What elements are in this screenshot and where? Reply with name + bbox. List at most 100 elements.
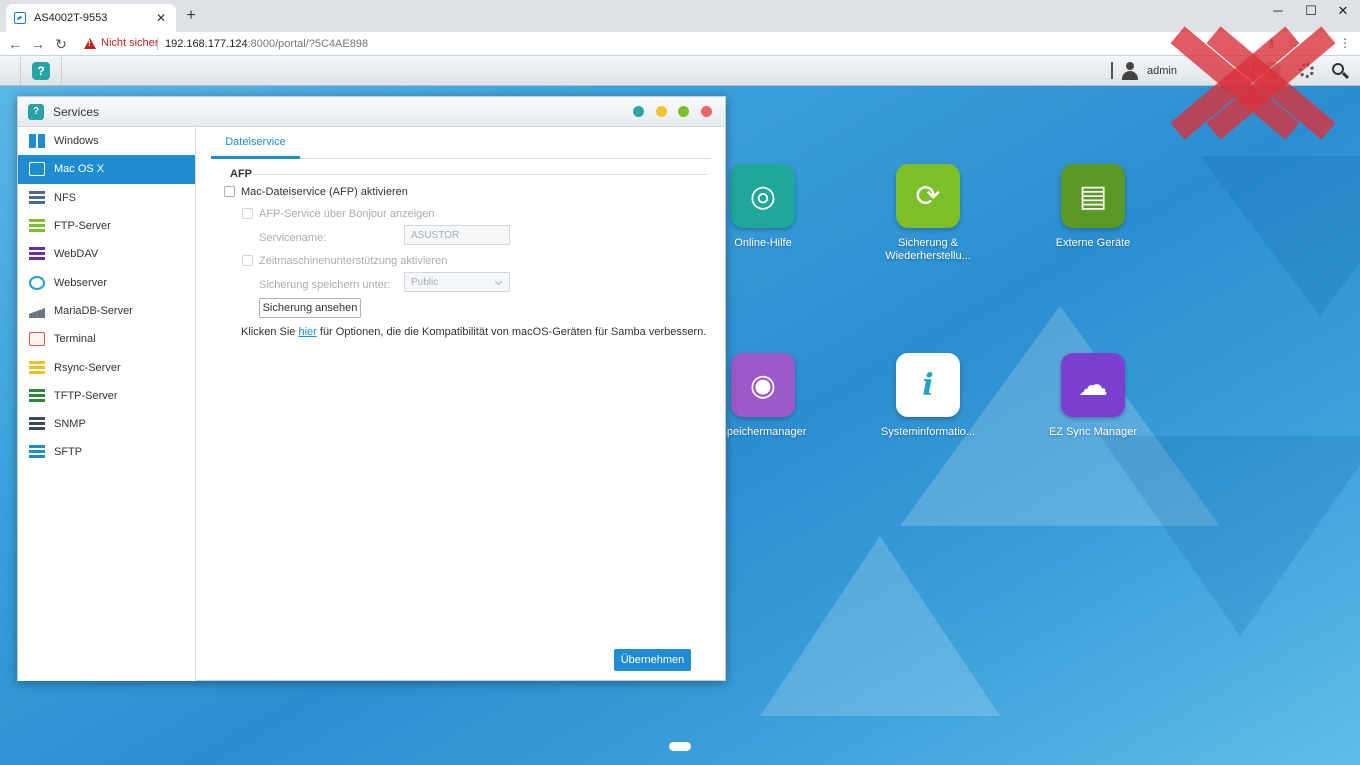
ftp-icon <box>29 219 45 234</box>
notification-icon[interactable] <box>1263 62 1281 80</box>
user-name[interactable]: admin <box>1147 65 1177 77</box>
view-backup-button[interactable]: Sicherung ansehen <box>259 298 361 318</box>
services-sidebar: Windows Mac OS X NFS FTP-Server WebDAV W… <box>18 127 196 681</box>
storage-manager-icon: ◉ <box>731 353 795 417</box>
search-icon-handle <box>1341 71 1350 80</box>
sidebar-item-sftp[interactable]: SFTP <box>18 438 195 466</box>
sidebar-item-ftp[interactable]: FTP-Server <box>18 212 195 240</box>
url-field[interactable]: 192.168.177.124:8000/portal/?5C4AE898 <box>165 38 368 50</box>
timemachine-label: Zeitmaschinenunterstützung aktivieren <box>259 255 448 267</box>
user-icon[interactable] <box>1121 62 1139 80</box>
webserver-icon <box>29 275 45 290</box>
external-devices-icon: ▤ <box>1061 164 1125 228</box>
windows-icon <box>29 134 45 149</box>
url-host: 192.168.177.124 <box>165 38 248 50</box>
settings-icon-ring <box>1299 63 1314 78</box>
ez-sync-icon: ☁ <box>1061 353 1125 417</box>
browser-tab-title: AS4002T-9553 <box>34 12 108 24</box>
note-link[interactable]: hier <box>298 326 316 338</box>
taskbar-services-app[interactable]: ? <box>20 57 62 85</box>
sidebar-item-rsync[interactable]: Rsync-Server <box>18 353 195 381</box>
services-window: ? Services Windows Mac OS X NFS FTP-Serv… <box>17 96 726 681</box>
timemachine-checkbox[interactable] <box>242 255 253 266</box>
tab-dateiservice[interactable]: Dateiservice <box>211 127 300 159</box>
background-facet <box>760 536 1000 716</box>
servicename-input[interactable]: ASUSTOR <box>404 225 510 245</box>
backup-restore-icon: ⟳ <box>896 164 960 228</box>
security-indicator[interactable]: Nicht sicher <box>84 37 158 49</box>
sidebar-item-windows[interactable]: Windows <box>18 127 195 155</box>
afp-enable-label: Mac-Dateiservice (AFP) aktivieren <box>241 186 408 198</box>
finder-icon <box>29 162 45 177</box>
section-divider <box>251 174 708 175</box>
backup-location-select[interactable]: Public <box>404 272 510 292</box>
app-sicherung[interactable]: ⟳ Sicherung & Wiederherstellu... <box>873 164 983 263</box>
window-maximize-button[interactable] <box>678 106 689 117</box>
window-close-button[interactable]: ✕ <box>1333 3 1353 19</box>
nfs-icon <box>29 190 45 205</box>
search-icon[interactable] <box>1330 61 1350 81</box>
sidebar-item-label: Webserver <box>54 276 107 289</box>
chevron-down-icon <box>494 277 503 286</box>
app-label: Systeminformatio... <box>880 426 976 438</box>
background-facet <box>1100 436 1360 636</box>
samba-compat-note: Klicken Sie hier für Optionen, die die K… <box>241 326 706 338</box>
asustor-favicon-icon <box>14 12 26 24</box>
desktop-page-indicator[interactable] <box>669 742 691 751</box>
app-systeminformation[interactable]: i Systeminformatio... <box>873 353 983 439</box>
window-help-button[interactable] <box>633 106 644 117</box>
sidebar-item-label: FTP-Server <box>54 220 111 233</box>
window-minimize-button[interactable]: ─ <box>1268 3 1288 18</box>
bonjour-label: AFP-Service über Bonjour anzeigen <box>259 208 435 220</box>
section-title-afp: AFP <box>230 168 252 180</box>
app-label: EZ Sync Manager <box>1048 426 1138 438</box>
taskbar-divider <box>1111 62 1113 79</box>
sidebar-item-label: SFTP <box>54 446 83 459</box>
user-icon-head <box>1126 62 1134 70</box>
window-minimize-button[interactable] <box>656 106 667 117</box>
sidebar-item-macosx[interactable]: Mac OS X <box>18 155 195 184</box>
sidebar-item-tftp[interactable]: TFTP-Server <box>18 382 195 410</box>
services-content: Dateiservice AFP Mac-Dateiservice (AFP) … <box>196 127 726 681</box>
window-titlebar[interactable]: ? Services <box>18 97 725 127</box>
sidebar-item-label: SNMP <box>54 418 86 431</box>
sidebar-item-webdav[interactable]: WebDAV <box>18 240 195 268</box>
window-maximize-button[interactable]: ☐ <box>1301 3 1321 19</box>
close-tab-icon[interactable]: ✕ <box>154 11 168 25</box>
sidebar-item-webserver[interactable]: Webserver <box>18 268 195 296</box>
back-button[interactable]: ← <box>6 35 24 53</box>
apply-button[interactable]: Übernehmen <box>614 649 691 671</box>
browser-tab[interactable]: AS4002T-9553 ✕ <box>6 4 176 32</box>
app-label: Sicherung & Wiederherstellu... <box>885 237 971 262</box>
sidebar-item-label: WebDAV <box>54 248 99 261</box>
reload-button[interactable]: ↻ <box>52 35 70 53</box>
rsync-icon <box>29 360 45 375</box>
settings-icon[interactable] <box>1297 61 1317 81</box>
window-title: Services <box>53 105 100 119</box>
new-tab-button[interactable]: + <box>183 7 199 25</box>
servicename-label: Servicename: <box>259 232 327 244</box>
window-close-button[interactable] <box>701 106 712 117</box>
forward-button[interactable]: → <box>29 35 47 53</box>
user-icon-body <box>1122 71 1138 80</box>
sidebar-item-terminal[interactable]: Terminal <box>18 325 195 353</box>
browser-menu-icon[interactable]: ⋮ <box>1337 36 1353 50</box>
system-info-icon: i <box>896 353 960 417</box>
app-externe-geraete[interactable]: ▤ Externe Geräte <box>1038 164 1148 250</box>
key-icon[interactable]: ⚷ <box>1263 36 1279 50</box>
app-ez-sync[interactable]: ☁ EZ Sync Manager <box>1038 353 1148 439</box>
afp-enable-checkbox[interactable] <box>224 186 235 197</box>
security-text: Nicht sicher <box>101 37 159 49</box>
bonjour-checkbox[interactable] <box>242 208 253 219</box>
sidebar-item-snmp[interactable]: SNMP <box>18 410 195 438</box>
note-suffix: für Optionen, die die Kompatibilität von… <box>316 326 707 338</box>
browser-toolbar: ← → ↻ Nicht sicher 192.168.177.124:8000/… <box>0 32 1360 56</box>
webdav-icon <box>29 247 45 262</box>
sidebar-item-mariadb[interactable]: MariaDB-Server <box>18 297 195 325</box>
tftp-icon <box>29 388 45 403</box>
backup-location-value: Public <box>411 277 439 288</box>
sidebar-item-nfs[interactable]: NFS <box>18 184 195 212</box>
sftp-icon <box>29 445 45 460</box>
sidebar-item-label: Terminal <box>54 333 96 346</box>
bookmark-star-icon[interactable]: ☆ <box>1285 36 1301 50</box>
